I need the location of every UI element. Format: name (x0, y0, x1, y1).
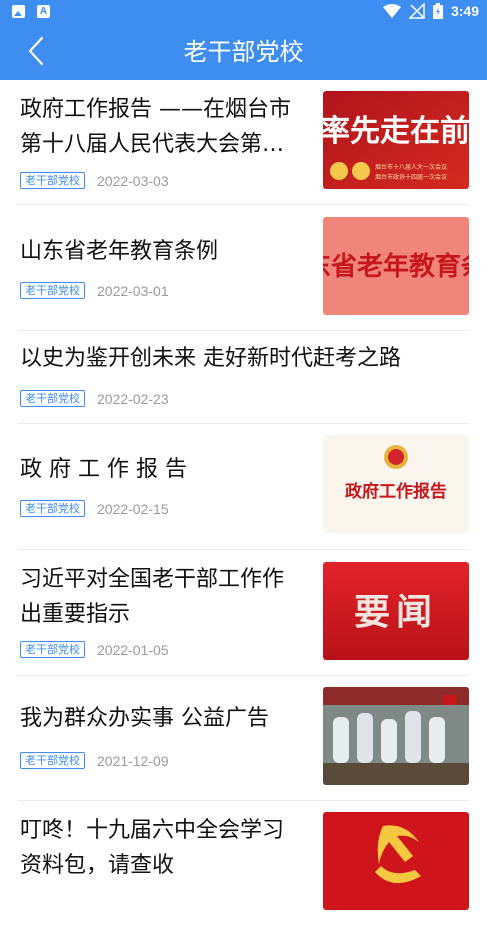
article-title: 政 府 工 作 报 告 (20, 452, 310, 487)
article-title-line: 第十八届人民代表大会第… (20, 132, 285, 157)
article-date: 2022-02-15 (97, 500, 169, 517)
article-meta: 老干部党校 2022-02-23 (20, 390, 169, 407)
article-date: 2022-03-03 (97, 172, 169, 189)
article-thumbnail: 要闻 (323, 562, 469, 660)
article-item[interactable]: 政 府 工 作 报 告 老干部党校 2022-02-15 政府工作报告 (18, 424, 469, 550)
article-thumbnail: 东省老年教育条 (323, 217, 469, 315)
article-item[interactable]: 我为群众办实事 公益广告 老干部党校 2021-12-09 (18, 676, 469, 801)
thumbnail-caption: 烟台市十八届人大一次会议 (375, 163, 447, 171)
article-item[interactable]: 山东省老年教育条例 老干部党校 2022-03-01 东省老年教育条 (18, 205, 469, 331)
article-title-line: 出重要指示 (20, 602, 131, 627)
article-item[interactable]: 叮咚！十九届六中全会学习 资料包，请查收 (18, 801, 469, 925)
article-date: 2022-03-01 (97, 282, 169, 299)
thumbnail-text: 率先走在前 (323, 114, 469, 149)
status-time: 3:49 (450, 3, 479, 19)
article-thumbnail: 率先走在前 烟台市十八届人大一次会议 烟台市政协十四届一次会议 (323, 91, 469, 189)
article-title-line: 叮咚！十九届六中全会学习 (20, 818, 285, 843)
no-signal-icon (408, 3, 425, 19)
category-tag: 老干部党校 (20, 172, 85, 189)
page-title: 老干部党校 (183, 38, 304, 66)
status-bar: A 3:49 (0, 0, 487, 24)
article-thumbnail (323, 687, 469, 785)
article-title: 政府工作报告 ——在烟台市 第十八届人民代表大会第… (20, 92, 310, 162)
article-title-line: 山东省老年教育条例 (20, 239, 219, 264)
article-title-line: 我为群众办实事 公益广告 (20, 706, 269, 731)
article-thumbnail: 政府工作报告 (323, 435, 469, 533)
article-title-line: 政 府 工 作 报 告 (20, 457, 187, 482)
article-date: 2022-01-05 (97, 641, 169, 658)
category-tag: 老干部党校 (20, 752, 85, 769)
article-title: 习近平对全国老干部工作作 出重要指示 (20, 562, 310, 632)
article-title: 以史为鉴开创未来 走好新时代赶考之路 (20, 341, 460, 376)
article-date: 2021-12-09 (97, 752, 169, 769)
category-tag: 老干部党校 (20, 641, 85, 658)
article-meta: 老干部党校 2021-12-09 (20, 752, 169, 769)
thumbnail-text: 政府工作报告 (345, 481, 447, 502)
image-notification-icon (12, 5, 25, 18)
thumbnail-text: 东省老年教育条 (323, 251, 469, 282)
article-thumbnail (323, 812, 469, 910)
article-meta: 老干部党校 2022-02-15 (20, 500, 169, 517)
thumbnail-text: 要闻 (354, 591, 438, 633)
category-tag: 老干部党校 (20, 282, 85, 299)
article-title-line: 习近平对全国老干部工作作 (20, 567, 285, 592)
article-title-line: 政府工作报告 ——在烟台市 (20, 97, 291, 122)
article-meta: 老干部党校 2022-03-03 (20, 172, 169, 189)
article-title: 叮咚！十九届六中全会学习 资料包，请查收 (20, 813, 310, 883)
article-date: 2022-02-23 (97, 390, 169, 407)
thumbnail-caption: 烟台市政协十四届一次会议 (375, 173, 447, 181)
article-title-line: 以史为鉴开创未来 走好新时代赶考之路 (20, 346, 401, 371)
article-item[interactable]: 习近平对全国老干部工作作 出重要指示 老干部党校 2022-01-05 要闻 (18, 550, 469, 676)
article-title: 我为群众办实事 公益广告 (20, 701, 310, 736)
category-tag: 老干部党校 (20, 500, 85, 517)
article-meta: 老干部党校 2022-03-01 (20, 282, 169, 299)
article-title: 山东省老年教育条例 (20, 234, 310, 269)
article-meta: 老干部党校 2022-01-05 (20, 641, 169, 658)
article-item[interactable]: 以史为鉴开创未来 走好新时代赶考之路 老干部党校 2022-02-23 (18, 331, 469, 424)
article-item[interactable]: 政府工作报告 ——在烟台市 第十八届人民代表大会第… 老干部党校 2022-03… (18, 80, 469, 205)
app-notification-icon: A (37, 5, 50, 18)
category-tag: 老干部党校 (20, 390, 85, 407)
app-header: 老干部党校 (0, 24, 487, 80)
wifi-icon (382, 4, 401, 18)
battery-icon (432, 3, 443, 19)
